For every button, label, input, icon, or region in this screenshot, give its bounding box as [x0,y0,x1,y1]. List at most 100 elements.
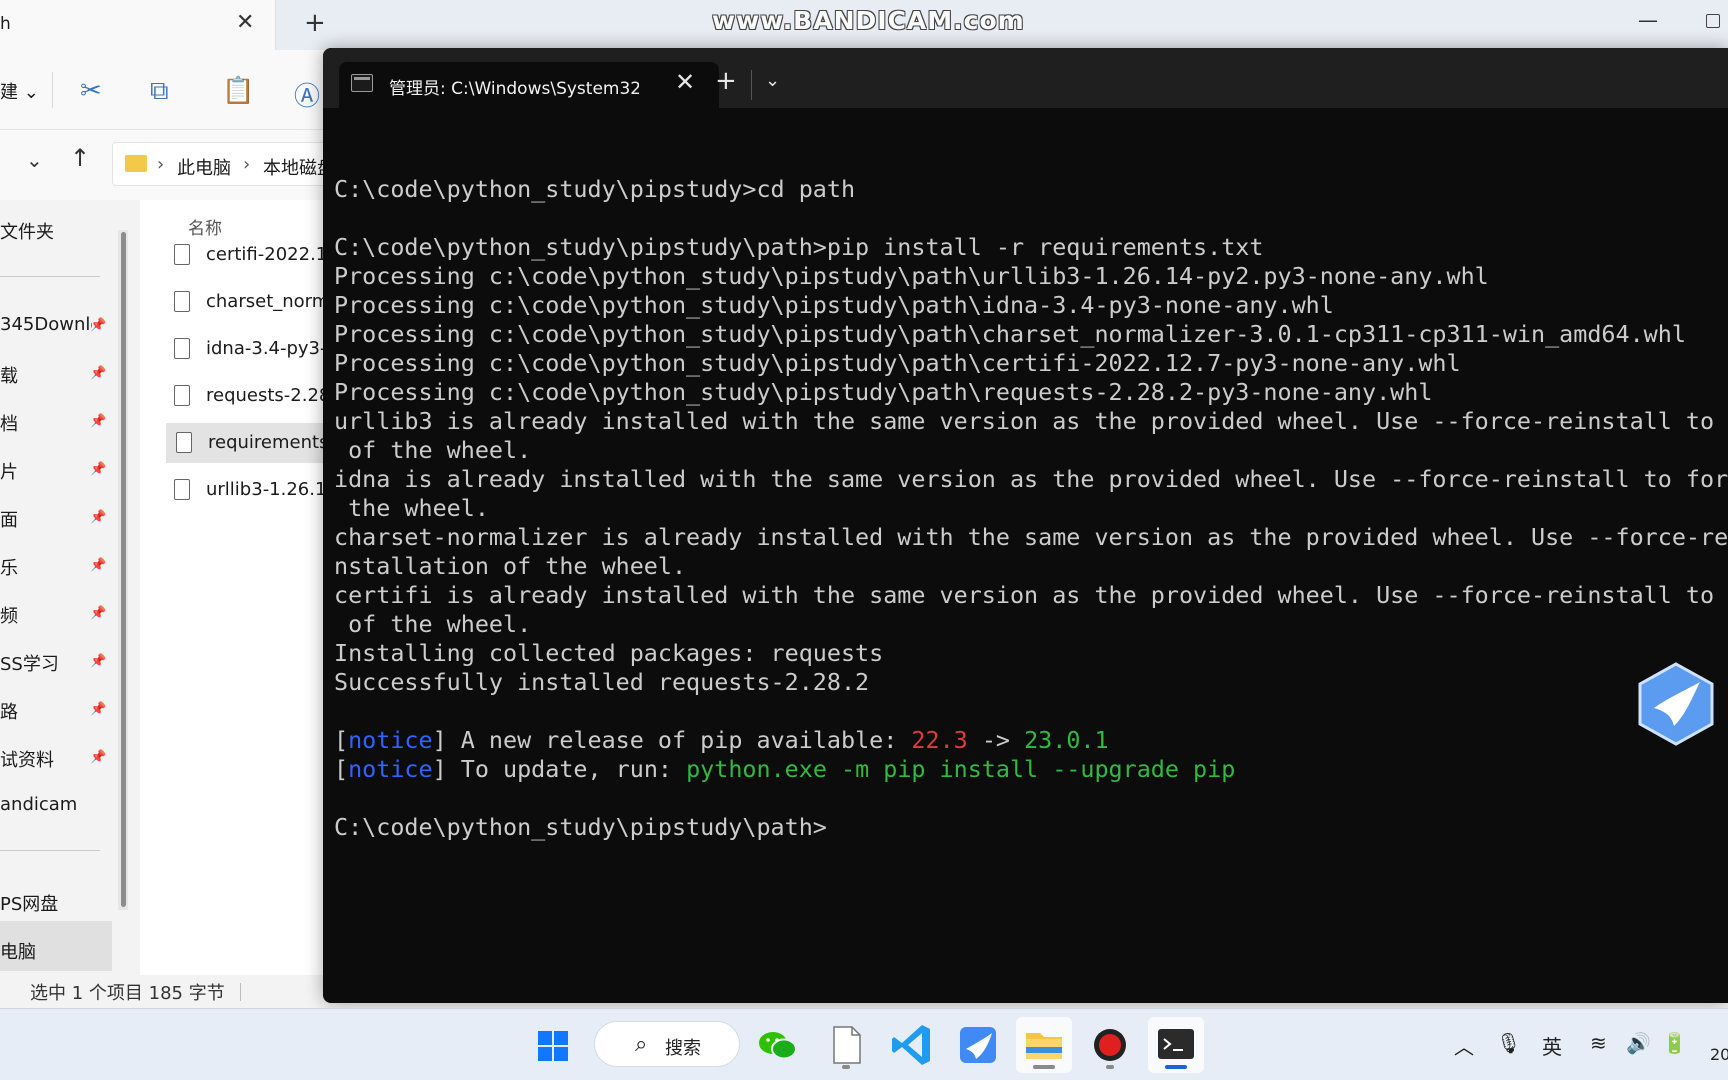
terminal-line: [notice] To update, run: python.exe -m p… [334,755,1728,784]
chevron-down-icon[interactable]: ⌄ [765,70,780,91]
start-button[interactable] [524,1017,580,1073]
file-explorer-button[interactable] [1016,1017,1072,1073]
bandicam-button[interactable] [1082,1017,1138,1073]
clock[interactable]: 20 [1710,1045,1728,1064]
nav-item[interactable]: 片 [0,458,92,484]
file-icon [174,244,190,265]
nav-item[interactable]: 档 [0,410,92,436]
wechat-button[interactable] [750,1017,806,1073]
nav-divider [0,850,100,851]
terminal-text: nstallation of the wheel. [334,552,687,580]
file-name: charset_norma [206,291,340,312]
pin-icon[interactable]: 📌 [90,462,106,477]
status-text: 选中 1 个项目 185 字节 [30,983,225,1004]
breadcrumb-item[interactable]: 此电脑 [177,154,231,180]
nav-item[interactable]: 文件夹 [0,218,92,244]
ime-indicator[interactable]: 英 [1542,1031,1562,1060]
chevron-up-icon[interactable]: ︿ [1454,1031,1474,1060]
terminal-text: the wheel. [334,494,489,522]
close-icon[interactable]: ✕ [236,10,254,35]
terminal-tab[interactable]: 管理员: C:\Windows\System32 ✕ [339,62,719,108]
terminal-highlight: python.exe -m pip install --upgrade pip [686,755,1236,783]
terminal-tab-title: 管理员: C:\Windows\System32 [389,79,639,99]
nav-item[interactable]: 乐 [0,554,92,580]
breadcrumb-item[interactable]: 本地磁盘 [263,154,331,180]
file-icon [176,432,192,453]
wifi-icon[interactable]: ≋ [1590,1031,1607,1055]
nav-item[interactable]: PS网盘 [0,890,92,916]
nav-scrollbar-thumb[interactable] [121,232,126,907]
copy-icon[interactable]: ⧉ [150,76,169,107]
terminal-text: [ [334,755,349,783]
up-arrow-icon[interactable]: ↑ [70,144,90,172]
terminal-line: Processing c:\code\python_study\pipstudy… [334,378,1728,407]
file-row[interactable]: certifi-2022.12 [164,235,340,275]
file-icon [174,338,190,359]
pin-icon[interactable]: 📌 [90,558,106,573]
nav-item[interactable]: 路 [0,698,92,724]
explorer-command-bar: 建 ⌄ ✂ ⧉ 📋 Ⓐ [0,50,330,130]
file-row[interactable]: requests-2.28. [164,376,340,416]
volume-icon[interactable]: 🔊 [1626,1031,1651,1055]
new-tab-button[interactable]: + [715,66,737,96]
paste-icon[interactable]: 📋 [222,76,254,106]
terminal-text: of the wheel. [334,436,532,464]
explorer-tab[interactable]: h ✕ [0,0,276,50]
address-bar[interactable]: › 此电脑 › 本地磁盘 [112,142,332,186]
cmd-icon [351,74,373,92]
minimize-button[interactable]: — [1638,8,1658,32]
file-row-selected[interactable]: requirements. [166,423,342,463]
pin-icon[interactable]: 📌 [90,318,106,333]
terminal-line: urllib3 is already installed with the sa… [334,407,1728,436]
terminal-line: of the wheel. [334,436,1728,465]
pin-icon[interactable]: 📌 [90,702,106,717]
file-row[interactable]: urllib3-1.26.14 [164,470,340,510]
terminal-line: certifi is already installed with the sa… [334,581,1728,610]
microphone-icon[interactable]: 🎙 [1496,1031,1521,1055]
toolbar-divider [52,72,53,108]
pin-icon[interactable]: 📌 [90,750,106,765]
pin-icon[interactable]: 📌 [90,414,106,429]
nav-item[interactable]: 频 [0,602,92,628]
taskbar-search[interactable]: ⌕ 搜索 [594,1021,740,1067]
navigation-pane: 文件夹 345Downlo 📌 载 📌 档 📌 片 📌 面 📌 乐 📌 频 📌 … [0,200,112,975]
chevron-down-icon[interactable]: ⌄ [26,148,43,172]
cut-icon[interactable]: ✂ [80,76,102,106]
file-icon [174,291,190,312]
terminal-line: C:\code\python_study\pipstudy\path>pip i… [334,233,1728,262]
terminal-line: Processing c:\code\python_study\pipstudy… [334,320,1728,349]
terminal-text: Installing collected packages: requests [334,639,884,667]
pin-icon[interactable]: 📌 [90,606,106,621]
nav-item[interactable]: 载 [0,362,92,388]
pin-icon[interactable]: 📌 [90,510,106,525]
terminal-text: certifi is already installed with the sa… [334,581,1728,609]
terminal-output[interactable]: C:\code\python_study\pipstudy>cd path C:\… [334,146,1728,996]
battery-icon[interactable]: 🔋 [1662,1031,1687,1055]
nav-item[interactable]: 345Downlo [0,314,92,335]
terminal-button[interactable] [1148,1017,1204,1073]
file-name: requirements. [208,432,335,453]
nav-item[interactable]: 试资料 [0,746,92,772]
file-row[interactable]: idna-3.4-py3- [164,329,340,369]
vscode-icon [892,1025,930,1065]
nav-item[interactable]: andicam [0,794,92,815]
pin-icon[interactable]: 📌 [90,366,106,381]
vscode-button[interactable] [884,1017,940,1073]
nav-item[interactable]: 面 [0,506,92,532]
pin-icon[interactable]: 📌 [90,654,106,669]
feishu-button[interactable] [950,1017,1006,1073]
maximize-button[interactable] [1706,14,1720,28]
close-icon[interactable]: ✕ [675,68,695,96]
nav-item[interactable]: SS学习 [0,650,92,676]
terminal-highlight: notice [348,755,433,783]
rename-icon[interactable]: Ⓐ [294,76,320,113]
feishu-bird-icon[interactable] [1638,662,1714,746]
notepad-button[interactable] [818,1017,874,1073]
nav-item-this-pc[interactable]: 电脑 [0,938,92,964]
new-tab-button[interactable]: + [304,8,326,38]
file-row[interactable]: charset_norma [164,282,340,322]
terminal-text: urllib3 is already installed with the sa… [334,407,1728,435]
new-button[interactable]: 建 ⌄ [0,78,39,104]
